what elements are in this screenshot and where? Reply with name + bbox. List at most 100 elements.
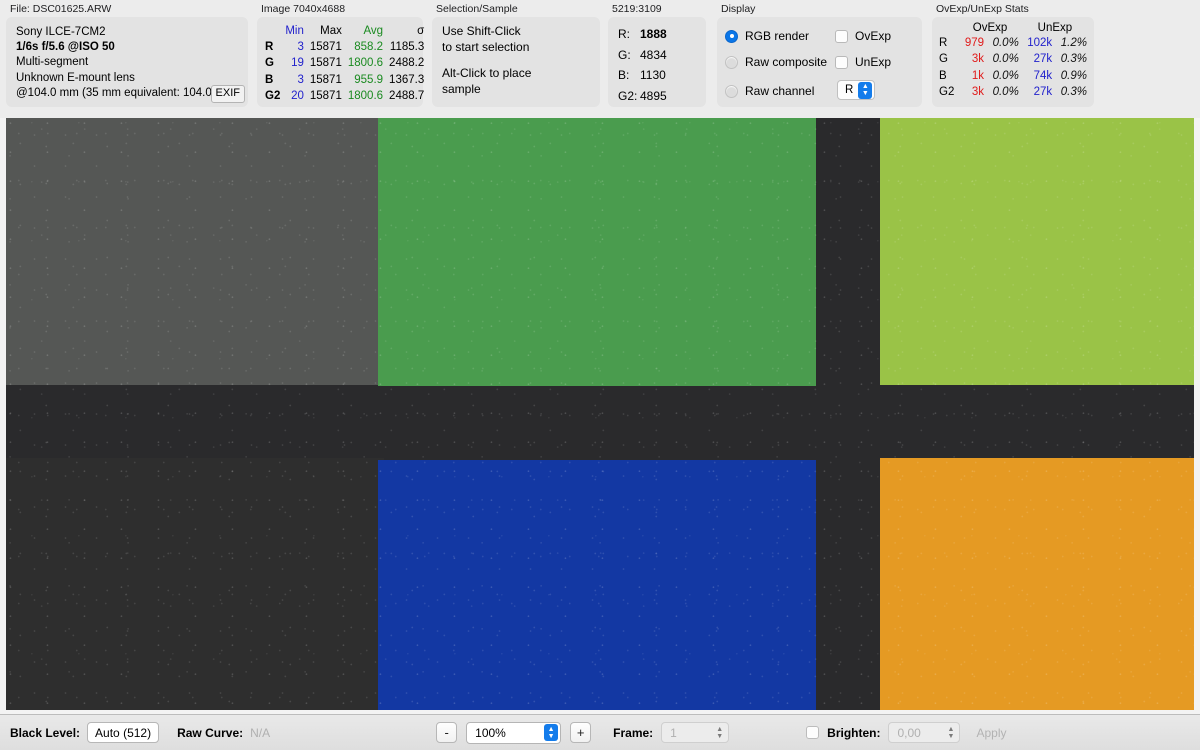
unexp-percent: 1.2%	[1060, 37, 1087, 49]
zoom-in-button[interactable]: +	[570, 722, 592, 743]
stats-min: 3	[297, 41, 304, 54]
image-canvas[interactable]	[0, 118, 1200, 714]
stats-sigma: 1367.3	[389, 73, 425, 86]
table-header-row: Min Max Avg σ	[263, 23, 427, 39]
exif-button[interactable]: EXIF	[210, 85, 245, 103]
stats-avg: 955.9	[354, 73, 384, 86]
pixel-channel-label: G:	[618, 47, 631, 62]
col-header-ovexp: OvExp	[972, 22, 1008, 34]
checkbox-icon	[835, 55, 848, 69]
image-stats-box: Min Max Avg σ R 3 15871 858.2 1185.3 G 1…	[257, 17, 424, 107]
pixel-channel-label: R:	[618, 27, 630, 41]
file-panel-box: Sony ILCE-7CM2 1/6s f/5.6 @ISO 50 Multi-…	[6, 17, 248, 107]
stats-sigma: 2488.7	[389, 89, 425, 102]
chevron-updown-icon: ▲ ▼	[544, 724, 559, 741]
focal-length: @104.0 mm (35 mm equivalent: 104.0	[16, 86, 212, 99]
stats-avg: 1800.6	[347, 57, 384, 70]
checkbox-ovexp[interactable]: OvExp	[835, 29, 891, 43]
frame-label: Frame:	[613, 725, 654, 740]
selection-hint-line-2: to start selection	[442, 39, 530, 54]
brighten-value: 0,00	[897, 725, 921, 740]
ovexp-panel-title: OvExp/UnExp Stats	[936, 3, 1029, 15]
display-panel: Display RGB render OvExp Raw composite U…	[717, 3, 922, 107]
radio-rgb-render[interactable]: RGB render	[725, 29, 809, 43]
brighten-label: Brighten:	[827, 725, 881, 740]
brighten-stepper[interactable]: 0,00 ▲ ▼	[888, 722, 961, 743]
black-level-value[interactable]: Auto (512)	[87, 722, 160, 743]
sample-hint-line-2: sample	[442, 81, 481, 96]
color-patch-blue	[378, 460, 816, 710]
col-header-max: Max	[320, 25, 342, 37]
ovexp-count: 3k	[971, 86, 984, 99]
radio-on-icon	[725, 29, 738, 43]
pixel-channel-value: 4834	[640, 47, 667, 62]
apply-button[interactable]: Apply	[968, 724, 1014, 742]
checkbox-icon	[835, 29, 848, 43]
chevron-updown-icon: ▲ ▼	[858, 81, 873, 99]
raw-photo-preview[interactable]	[6, 118, 1194, 710]
stats-avg: 858.2	[354, 41, 384, 54]
stats-max: 15871	[309, 89, 342, 102]
stats-max: 15871	[309, 73, 342, 86]
table-row: R 979 0.0% 102k 1.2%	[937, 35, 1089, 51]
display-row-2: Raw composite UnExp	[725, 49, 922, 75]
ovexp-row-label: G	[939, 53, 948, 66]
ovexp-count: 3k	[971, 53, 984, 66]
display-panel-title: Display	[721, 3, 756, 15]
checkbox-ovexp-label: OvExp	[855, 29, 892, 43]
checkbox-unexp[interactable]: UnExp	[835, 55, 891, 69]
display-row-3: Raw channel R ▲ ▼	[725, 75, 922, 101]
table-row: G2 20 15871 1800.6 2488.7	[263, 88, 427, 104]
col-header-avg: Avg	[363, 25, 384, 37]
unexp-percent: 0.9%	[1060, 69, 1087, 82]
selection-hint-line-1: Use Shift-Click	[442, 24, 521, 38]
stats-min: 19	[291, 57, 304, 70]
pixel-channel-value: 4895	[640, 88, 667, 103]
ovexp-percent: 0.0%	[992, 37, 1019, 49]
radio-raw-composite[interactable]: Raw composite	[725, 55, 827, 69]
raw-channel-select[interactable]: R ▲ ▼	[837, 80, 876, 100]
zoom-level-select[interactable]: 100% ▲ ▼	[466, 721, 562, 744]
color-patch-yellow-green	[880, 118, 1194, 385]
stats-sigma: 1185.3	[389, 41, 425, 54]
zoom-level-value: 100%	[475, 725, 506, 740]
table-row: B 3 15871 955.9 1367.3	[263, 72, 427, 88]
ovexp-percent: 0.0%	[992, 53, 1019, 66]
black-level-label: Black Level:	[10, 725, 81, 740]
pixel-channel-value: 1888	[640, 27, 667, 41]
ovexp-count: 1k	[971, 69, 984, 82]
checkbox-unexp-label: UnExp	[855, 55, 892, 69]
stats-avg: 1800.6	[347, 89, 384, 102]
brighten-checkbox[interactable]	[806, 726, 820, 739]
stats-row-label: G	[265, 57, 274, 70]
frame-stepper[interactable]: 1 ▲ ▼	[661, 722, 730, 743]
pixel-channel-label: B:	[618, 68, 630, 82]
color-patch-orange	[880, 458, 1194, 710]
file-panel: File: DSC01625.ARW Sony ILCE-7CM2 1/6s f…	[6, 3, 248, 107]
raw-curve-label: Raw Curve:	[177, 725, 244, 740]
radio-raw-channel-label: Raw channel	[745, 84, 815, 98]
stats-max: 15871	[309, 41, 342, 54]
bottom-toolbar: Black Level: Auto (512) Raw Curve: N/A -…	[0, 714, 1200, 750]
table-row: B 1k 0.0% 74k 0.9%	[937, 68, 1089, 84]
metering-mode: Multi-segment	[16, 56, 89, 69]
pixel-value-row: B: 1130	[618, 65, 700, 86]
zoom-out-button[interactable]: -	[436, 722, 458, 743]
unexp-count: 74k	[1033, 69, 1053, 82]
ovexp-row-label: B	[939, 69, 947, 82]
display-panel-box: RGB render OvExp Raw composite UnExp Raw…	[717, 17, 922, 107]
pixel-value-row: R: 1888	[618, 24, 700, 45]
ovexp-row-label: G2	[939, 86, 955, 99]
display-row-1: RGB render OvExp	[725, 23, 922, 49]
unexp-percent: 0.3%	[1060, 86, 1087, 99]
table-row: R 3 15871 858.2 1185.3	[263, 39, 427, 55]
file-panel-title: File: DSC01625.ARW	[10, 3, 112, 15]
stats-row-label: B	[265, 73, 274, 86]
chevron-updown-icon: ▲ ▼	[947, 725, 955, 740]
ovexp-panel-box: OvExp UnExp R 979 0.0% 102k 1.2% G 3k 0.…	[932, 17, 1094, 107]
pixel-channel-value: 1130	[640, 68, 666, 82]
radio-raw-channel[interactable]: Raw channel	[725, 84, 814, 98]
ovexp-count: 979	[964, 37, 984, 49]
ovexp-row-label: R	[939, 37, 948, 49]
